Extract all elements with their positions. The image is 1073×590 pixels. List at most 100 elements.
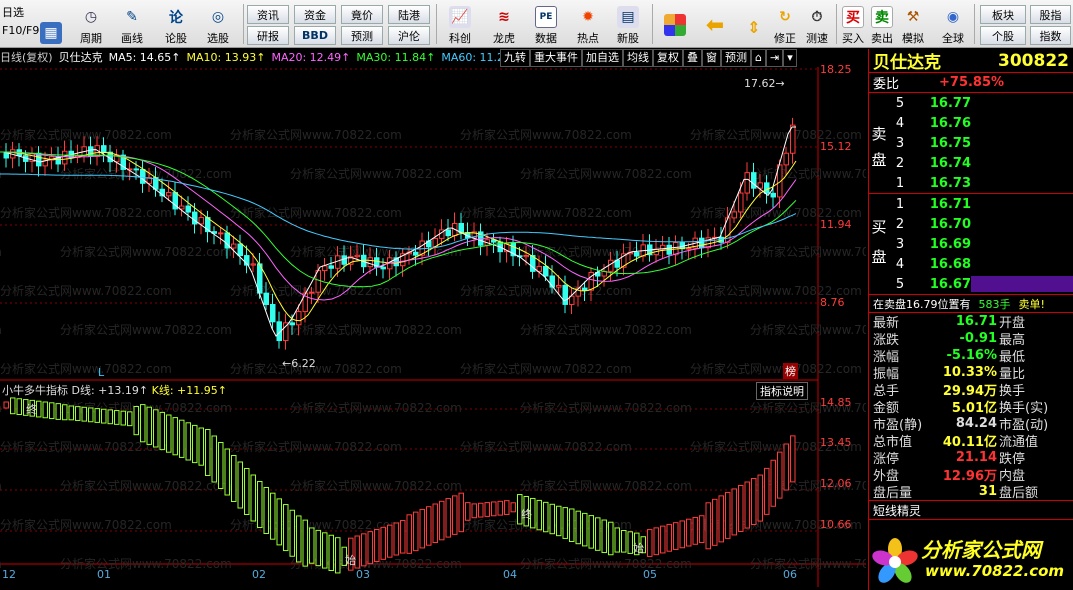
speed-test-button[interactable]: ⏱ 测速 (802, 2, 832, 46)
global-button[interactable]: ◉ 全球 (936, 2, 970, 46)
list-badge[interactable]: 榜 (783, 363, 798, 379)
hot-button[interactable]: ✹ 热点 (568, 2, 608, 46)
window-button[interactable]: 窗 (702, 49, 721, 67)
hot-label: 热点 (577, 32, 599, 45)
indicator-help-button[interactable]: 指标说明 (756, 382, 808, 400)
indicator-axis-label: 14.85 (820, 396, 852, 409)
data-button[interactable]: PE 数据 (526, 2, 566, 46)
indicator-bar (380, 526, 386, 560)
select-stock-button[interactable]: ◎ 选股 (198, 2, 238, 46)
stat-value: -5.16% (946, 348, 998, 363)
indicator-bar (764, 467, 770, 515)
ask-row[interactable]: 4 16.76 (869, 113, 1073, 133)
candle-body (133, 168, 139, 171)
bid-row[interactable]: 3 16.69 (869, 234, 1073, 254)
ma60-text: MA60: 11.2 (441, 51, 505, 64)
discuss-button[interactable]: 论 论股 (156, 2, 196, 46)
research-button[interactable]: 研报 (247, 26, 289, 45)
indicator-bar (140, 404, 146, 443)
dragon-tiger-label: 龙虎 (493, 32, 515, 45)
indicator-bar (751, 478, 757, 526)
futures-index-button[interactable]: 股指 (1030, 5, 1071, 24)
indicator-bar (114, 410, 120, 425)
shanghai-london-button[interactable]: 沪伦 (388, 26, 430, 45)
indicator-bar (224, 448, 230, 496)
candle-body (218, 232, 224, 235)
candle-body (309, 291, 315, 294)
indicator-bar (666, 523, 672, 552)
bid-row[interactable]: 5 16.67 (869, 274, 1073, 294)
back-button[interactable]: ⬅ (698, 2, 732, 46)
sector-button[interactable]: 板块 (980, 5, 1026, 24)
watermark-text: 分析家公式网www.70822.com (460, 127, 632, 142)
ask-row[interactable]: 2 16.74 (869, 153, 1073, 173)
news-button[interactable]: 资讯 (247, 5, 289, 24)
ask-row[interactable]: 5 16.77 (869, 93, 1073, 113)
indicator-bar (569, 508, 575, 542)
candle-body (185, 205, 191, 213)
home-icon[interactable]: ⌂ (751, 49, 766, 67)
bid-row[interactable]: 1 16.71 (869, 194, 1073, 214)
buy-side-label: 买盘 (871, 218, 887, 266)
price-axis-label: 11.94 (820, 218, 852, 231)
star-market-button[interactable]: 📈 科创 (440, 2, 480, 46)
bid-row[interactable]: 2 16.70 (869, 214, 1073, 234)
indicator-bar (393, 522, 399, 556)
indicator-bar (374, 529, 380, 562)
expand-icon[interactable]: ⇥ (765, 49, 784, 67)
dropdown-icon[interactable]: ▾ (783, 49, 797, 67)
ask-row[interactable]: 3 16.75 (869, 133, 1073, 153)
forecast-button[interactable]: 预测 (341, 26, 383, 45)
up-down-button[interactable]: ⇕ (740, 2, 768, 46)
indicator-bar (445, 498, 451, 538)
nine-turn-button[interactable]: 九转 (500, 49, 530, 67)
view-toggle-button[interactable]: ▦ (33, 2, 69, 46)
date-axis-label: 01 (97, 568, 111, 581)
hk-connect-button[interactable]: 陆港 (388, 5, 430, 24)
buy-button[interactable]: 买 买入 (840, 2, 866, 46)
major-events-button[interactable]: 重大事件 (530, 49, 582, 67)
restore-button[interactable]: ↻ 修正 (770, 2, 800, 46)
weibi-label: 委比 (873, 77, 900, 92)
funds-button[interactable]: 资金 (294, 5, 336, 24)
bid-book: 买盘 1 16.71 2 16.70 3 16.69 4 16.68 5 16.67 (869, 194, 1073, 295)
indicator-bar (315, 529, 321, 567)
color-grid-button[interactable] (660, 2, 690, 46)
watermark-text: 分析家公式网www.70822.com (0, 127, 172, 142)
date-axis-label: 06 (783, 568, 797, 581)
period-button[interactable]: ◷ 周期 (72, 2, 110, 46)
adjust-button[interactable]: 复权 (653, 49, 683, 67)
indicator-bar (770, 459, 776, 507)
indicator-bar (309, 527, 315, 564)
indicator-bar (452, 495, 458, 535)
watermark-text: 分析家公式网www.70822.com (0, 478, 2, 493)
overlay-button[interactable]: 叠 (683, 49, 702, 67)
bbd-button[interactable]: BBD (294, 26, 336, 45)
watermark-text: 分析家公式网www.70822.com (520, 322, 692, 337)
select-stock-icon: ◎ (211, 9, 225, 25)
dragon-tiger-button[interactable]: ≋ 龙虎 (484, 2, 524, 46)
auction-button[interactable]: 竟价 (341, 5, 383, 24)
simulate-button[interactable]: ⚒ 模拟 (898, 2, 928, 46)
sell-button[interactable]: 卖 卖出 (869, 2, 895, 46)
watermark-text: 分析家公式网www.70822.com (520, 166, 692, 181)
restore-label: 修正 (774, 32, 796, 45)
predict-button[interactable]: 预测 (721, 49, 751, 67)
candle-body (283, 322, 289, 342)
candle-body (608, 259, 614, 272)
indicator-bar (471, 503, 477, 519)
new-stock-button[interactable]: ▤ 新股 (610, 2, 646, 46)
draw-line-button[interactable]: ✎ 画线 (112, 2, 152, 46)
ma20-text: MA20: 12.49↑ (271, 51, 351, 64)
single-stock-button[interactable]: 个股 (980, 26, 1026, 45)
index-button[interactable]: 指数 (1030, 26, 1071, 45)
bid-row[interactable]: 4 16.68 (869, 254, 1073, 274)
short-term-elf-tab[interactable]: 短线精灵 (869, 500, 1073, 520)
kline-chart[interactable]: 分析家公式网www.70822.com 分析家公式网www.70822.com 分析… (0, 67, 866, 590)
logo-title: 分析家公式网 (921, 538, 1041, 562)
indicator-bar (484, 502, 490, 517)
add-favorite-button[interactable]: 加自选 (582, 49, 623, 67)
indicator-bar (237, 461, 243, 509)
ma-button[interactable]: 均线 (623, 49, 653, 67)
ask-row[interactable]: 1 16.73 (869, 173, 1073, 193)
